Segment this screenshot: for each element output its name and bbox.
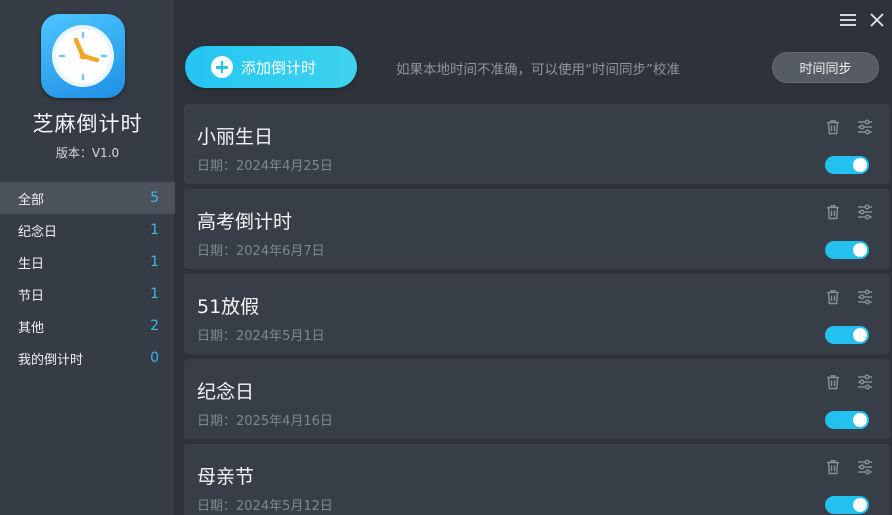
- countdown-card: 小丽生日 日期：2024年4月25日: [184, 104, 890, 184]
- clock-icon: [41, 14, 125, 98]
- category-label: 其他: [18, 320, 45, 336]
- toggle-knob: [853, 498, 867, 512]
- toggle-knob: [853, 413, 867, 427]
- countdown-title: 母亲节: [197, 466, 255, 488]
- countdown-card: 51放假 日期：2024年5月1日: [184, 274, 890, 354]
- toggle-knob: [853, 158, 867, 172]
- countdown-toggle[interactable]: [825, 326, 869, 344]
- settings-sliders-icon[interactable]: [856, 458, 874, 476]
- settings-sliders-icon[interactable]: [856, 203, 874, 221]
- category-count: 2: [150, 318, 159, 334]
- trash-icon[interactable]: [824, 118, 842, 136]
- toggle-knob: [853, 328, 867, 342]
- countdown-date: 日期：2025年4月16日: [197, 414, 333, 429]
- toggle-knob: [853, 243, 867, 257]
- countdown-toggle[interactable]: [825, 241, 869, 259]
- countdown-card: 高考倒计时 日期：2024年6月7日: [184, 189, 890, 269]
- category-label: 全部: [18, 192, 45, 208]
- plus-circle-icon: [211, 56, 233, 78]
- settings-sliders-icon[interactable]: [856, 288, 874, 306]
- category-count: 5: [150, 190, 159, 206]
- countdown-date: 日期：2024年4月25日: [197, 159, 333, 174]
- countdown-title: 纪念日: [197, 381, 255, 403]
- category-count: 1: [150, 286, 159, 302]
- countdown-title: 小丽生日: [197, 126, 274, 148]
- category-item-all[interactable]: 全部 5: [0, 182, 175, 214]
- add-countdown-label: 添加倒计时: [241, 58, 317, 77]
- add-countdown-button[interactable]: 添加倒计时: [185, 46, 357, 88]
- category-item-anniversary[interactable]: 纪念日 1: [0, 214, 175, 246]
- settings-sliders-icon[interactable]: [856, 373, 874, 391]
- countdown-card: 纪念日 日期：2025年4月16日: [184, 359, 890, 439]
- category-label: 我的倒计时: [18, 352, 84, 368]
- countdown-list: 小丽生日 日期：2024年4月25日 高考倒计时 日期：2024年6月7日 51…: [184, 104, 890, 515]
- category-label: 生日: [18, 256, 45, 272]
- countdown-toggle[interactable]: [825, 496, 869, 514]
- countdown-title: 51放假: [197, 296, 260, 318]
- countdown-toggle[interactable]: [825, 411, 869, 429]
- category-list: 全部 5 纪念日 1 生日 1 节日 1 其他 2 我的倒计时 0: [0, 182, 175, 374]
- time-sync-button[interactable]: 时间同步: [772, 52, 879, 83]
- trash-icon[interactable]: [824, 458, 842, 476]
- menu-icon[interactable]: [837, 9, 859, 31]
- category-count: 1: [150, 254, 159, 270]
- category-item-mine[interactable]: 我的倒计时 0: [0, 342, 175, 374]
- trash-icon[interactable]: [824, 203, 842, 221]
- category-item-holiday[interactable]: 节日 1: [0, 278, 175, 310]
- sidebar: 芝麻倒计时 版本：V1.0 全部 5 纪念日 1 生日 1 节日 1 其他 2 …: [0, 0, 175, 515]
- countdown-date: 日期：2024年5月12日: [197, 499, 333, 514]
- countdown-date: 日期：2024年5月1日: [197, 329, 325, 344]
- countdown-card: 母亲节 日期：2024年5月12日: [184, 444, 890, 515]
- category-label: 节日: [18, 288, 45, 304]
- time-sync-hint: 如果本地时间不准确，可以使用“时间同步”校准: [396, 62, 680, 78]
- category-count: 0: [150, 350, 159, 366]
- category-item-other[interactable]: 其他 2: [0, 310, 175, 342]
- category-label: 纪念日: [18, 224, 58, 240]
- app-name: 芝麻倒计时: [32, 112, 143, 136]
- category-count: 1: [150, 222, 159, 238]
- close-icon[interactable]: [866, 9, 888, 31]
- category-item-birthday[interactable]: 生日 1: [0, 246, 175, 278]
- trash-icon[interactable]: [824, 288, 842, 306]
- app-version: 版本：V1.0: [55, 146, 120, 160]
- trash-icon[interactable]: [824, 373, 842, 391]
- countdown-title: 高考倒计时: [197, 211, 293, 233]
- settings-sliders-icon[interactable]: [856, 118, 874, 136]
- countdown-date: 日期：2024年6月7日: [197, 244, 325, 259]
- countdown-toggle[interactable]: [825, 156, 869, 174]
